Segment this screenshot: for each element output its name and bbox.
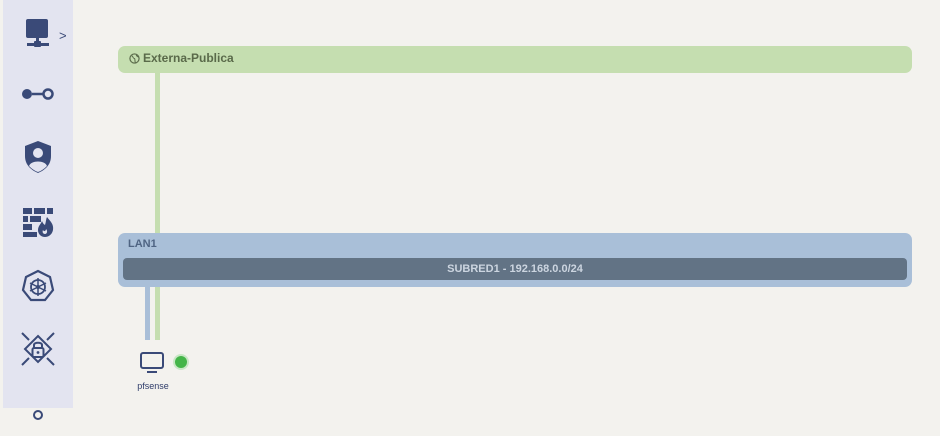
lan-network-box[interactable]: LAN1 SUBRED1 - 192.168.0.0/24	[118, 233, 912, 287]
node-pfsense[interactable]: pfsense	[131, 350, 187, 395]
online-status-dot	[175, 356, 187, 368]
key-icon	[33, 410, 43, 420]
lan-network-label: LAN1	[128, 238, 157, 250]
sidebar-item-user-shield[interactable]	[3, 133, 73, 181]
sidebar-item-firewall[interactable]	[3, 198, 73, 246]
sidebar-item-server-network[interactable]: >	[3, 8, 73, 56]
sidebar-item-vpn-lock[interactable]	[3, 325, 73, 373]
sidebar-item-connection[interactable]	[3, 70, 73, 118]
lock-network-icon	[21, 332, 55, 366]
network-canvas: Externa-Publica LAN1 SUBRED1 - 192.168.0…	[73, 0, 940, 408]
monitor-icon	[140, 352, 164, 373]
node-name-label: pfsense	[137, 381, 169, 391]
server-network-icon	[26, 19, 49, 47]
globe-icon	[129, 52, 140, 64]
external-link-line	[155, 73, 160, 233]
link-node-icon	[22, 88, 54, 100]
sidebar-item-kubernetes[interactable]	[3, 262, 73, 310]
external-network-label-group: Externa-Publica	[129, 51, 234, 65]
lan-link-line	[145, 287, 150, 340]
external-network-bar[interactable]: Externa-Publica	[118, 46, 912, 73]
chevron-right-icon[interactable]: >	[59, 28, 67, 43]
user-shield-icon	[25, 141, 51, 173]
sidebar-item-key[interactable]	[3, 388, 73, 436]
sidebar: >	[3, 0, 73, 420]
subnet-label: SUBRED1 - 192.168.0.0/24	[447, 263, 583, 275]
kubernetes-wheel-icon	[21, 269, 55, 302]
firewall-fire-icon	[23, 208, 54, 237]
external-link-line-lower	[155, 287, 160, 340]
subnet-bar[interactable]: SUBRED1 - 192.168.0.0/24	[123, 258, 907, 280]
external-network-label: Externa-Publica	[143, 51, 234, 65]
